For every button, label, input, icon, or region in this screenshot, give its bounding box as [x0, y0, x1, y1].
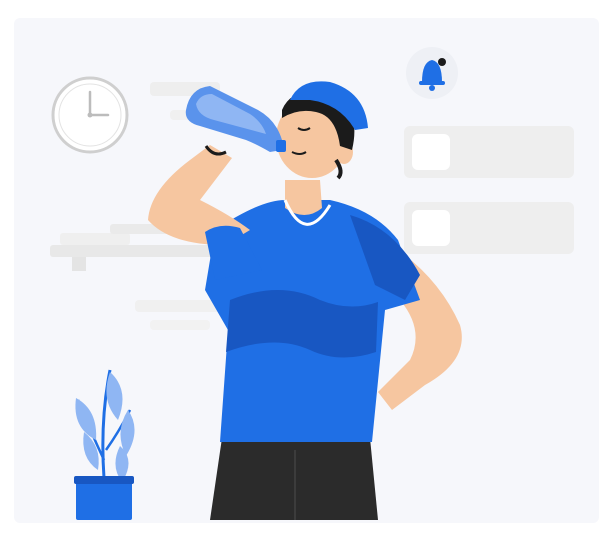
wall-decor — [150, 320, 210, 330]
illustration-scene — [0, 0, 609, 557]
clock-icon — [51, 76, 129, 154]
bell-icon — [406, 47, 458, 99]
notification-card — [404, 126, 574, 178]
notification-card — [404, 202, 574, 254]
illustration-canvas — [0, 0, 609, 557]
wall-decor — [135, 300, 225, 312]
